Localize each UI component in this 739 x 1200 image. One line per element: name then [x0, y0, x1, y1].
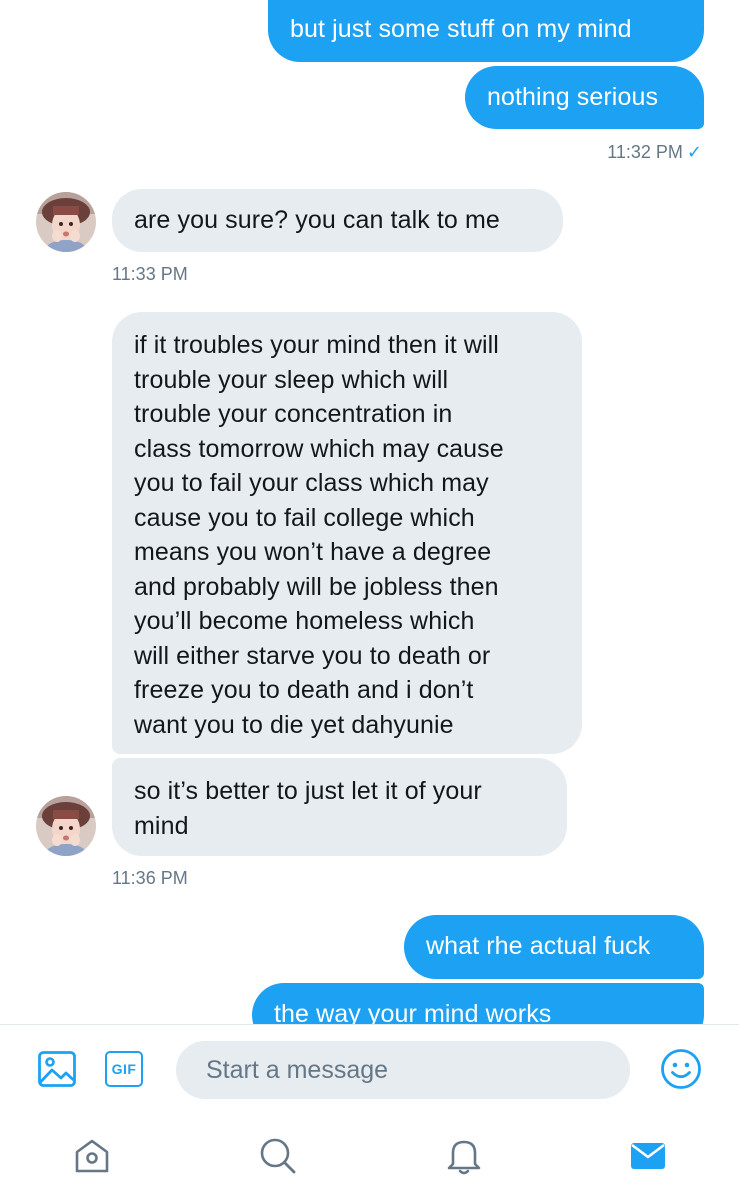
- message-timestamp: 11:36 PM: [112, 868, 188, 888]
- notifications-tab[interactable]: [442, 1134, 486, 1178]
- incoming-message[interactable]: if it troubles your mind then it will tr…: [112, 312, 582, 754]
- notifications-icon: [447, 1140, 481, 1175]
- message-timestamp: 11:32 PM ✓: [607, 141, 702, 163]
- outgoing-message[interactable]: nothing serious: [465, 66, 704, 129]
- image-icon[interactable]: [36, 1048, 78, 1090]
- message-input[interactable]: [176, 1041, 630, 1099]
- search-icon: [260, 1138, 296, 1174]
- search-tab[interactable]: [256, 1134, 300, 1178]
- message-timestamp: 11:33 PM: [112, 264, 188, 284]
- outgoing-message[interactable]: the way your mind works: [252, 983, 704, 1024]
- home-tab[interactable]: [70, 1134, 114, 1178]
- messages-icon: [631, 1143, 665, 1169]
- message-composer: GIF: [0, 1024, 739, 1112]
- outgoing-message[interactable]: but just some stuff on my mind: [268, 0, 704, 62]
- gif-button[interactable]: GIF: [103, 1048, 145, 1090]
- bottom-navigation: [0, 1112, 739, 1200]
- avatar-image: [36, 796, 96, 856]
- avatar[interactable]: [36, 796, 96, 856]
- conversation-area[interactable]: but just some stuff on my mind nothing s…: [0, 0, 739, 1024]
- emoji-icon[interactable]: [660, 1048, 702, 1090]
- home-icon: [75, 1139, 109, 1173]
- gif-icon: GIF: [105, 1051, 143, 1087]
- avatar[interactable]: [36, 192, 96, 252]
- read-check-icon: ✓: [686, 142, 702, 162]
- timestamp-text: 11:32 PM: [607, 142, 683, 162]
- messages-tab[interactable]: [626, 1134, 670, 1178]
- incoming-message[interactable]: are you sure? you can talk to me: [112, 189, 563, 252]
- incoming-message[interactable]: so it’s better to just let it of your mi…: [112, 758, 567, 856]
- avatar-image: [36, 192, 96, 252]
- outgoing-message[interactable]: what rhe actual fuck: [404, 915, 704, 979]
